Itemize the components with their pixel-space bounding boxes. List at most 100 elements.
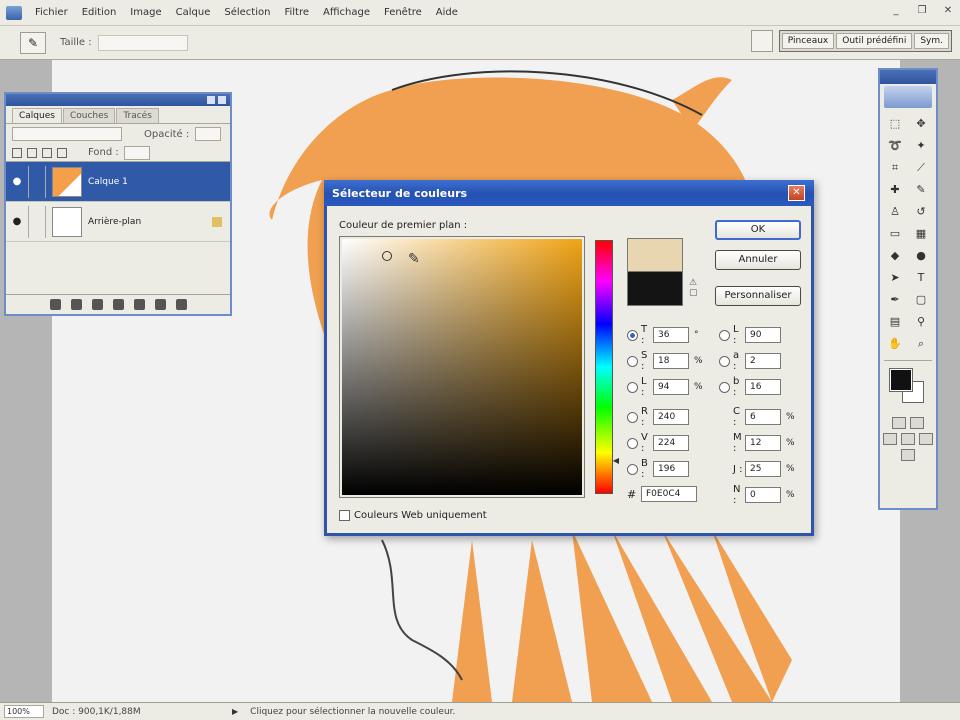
- layer-style-icon[interactable]: [70, 299, 82, 310]
- layer-link-slot[interactable]: [28, 205, 46, 238]
- close-icon[interactable]: ✕: [788, 185, 805, 201]
- stamp-tool-icon[interactable]: ♙: [884, 202, 906, 221]
- standard-mode-icon[interactable]: [892, 417, 906, 429]
- tools-titlebar[interactable]: [880, 70, 936, 84]
- lock-pixels-icon[interactable]: [27, 147, 37, 158]
- jump-to-imageready-icon[interactable]: [901, 449, 915, 461]
- layer-row-arriere-plan[interactable]: ● Arrière-plan: [6, 202, 230, 242]
- menu-fichier[interactable]: Fichier: [28, 7, 75, 18]
- layer-link-slot[interactable]: [28, 165, 46, 198]
- libraries-button[interactable]: Personnaliser: [715, 286, 801, 306]
- marquee-tool-icon[interactable]: ⬚: [884, 114, 906, 133]
- hex-input[interactable]: F0E0C4: [641, 486, 697, 502]
- eyedropper-tool-preset-icon[interactable]: ✎: [20, 31, 46, 54]
- saturation-radio[interactable]: [627, 355, 638, 367]
- new-layer-icon[interactable]: [154, 299, 166, 310]
- lock-all-icon[interactable]: [57, 147, 67, 158]
- eyedropper-tool-icon[interactable]: ⚲: [910, 312, 932, 331]
- panel-well-tab-presets[interactable]: Outil prédéfini: [836, 33, 913, 49]
- new-group-icon[interactable]: [133, 299, 145, 310]
- ok-button[interactable]: OK: [715, 220, 801, 240]
- red-radio[interactable]: [627, 411, 638, 423]
- lab-b-radio[interactable]: [719, 381, 730, 393]
- cyan-input[interactable]: 6: [745, 409, 781, 425]
- magic-wand-tool-icon[interactable]: ✦: [910, 136, 932, 155]
- screen-mode-full-icon[interactable]: [919, 433, 933, 445]
- notes-tool-icon[interactable]: ▤: [884, 312, 906, 331]
- close-icon[interactable]: ✕: [942, 6, 954, 16]
- lab-a-radio[interactable]: [719, 355, 730, 367]
- screen-mode-full-menu-icon[interactable]: [901, 433, 915, 445]
- move-tool-icon[interactable]: ✥: [910, 114, 932, 133]
- healing-tool-icon[interactable]: ✚: [884, 180, 906, 199]
- screen-mode-standard-icon[interactable]: [883, 433, 897, 445]
- minimize-icon[interactable]: _: [890, 6, 902, 16]
- yellow-input[interactable]: 25: [745, 461, 781, 477]
- saturation-input[interactable]: 18: [653, 353, 689, 369]
- current-color-swatch[interactable]: [627, 272, 683, 306]
- lab-l-radio[interactable]: [719, 329, 730, 341]
- color-field-marker[interactable]: [382, 251, 392, 261]
- eye-icon[interactable]: ●: [6, 176, 28, 187]
- menu-aide[interactable]: Aide: [429, 7, 465, 18]
- tab-traces[interactable]: Tracés: [116, 108, 159, 123]
- hand-tool-icon[interactable]: ✋: [884, 334, 906, 353]
- dialog-titlebar[interactable]: Sélecteur de couleurs: [324, 180, 814, 206]
- saturation-brightness-gradient[interactable]: [342, 239, 582, 495]
- cancel-button[interactable]: Annuler: [715, 250, 801, 270]
- lab-b-input[interactable]: 16: [745, 379, 781, 395]
- history-brush-tool-icon[interactable]: ↺: [910, 202, 932, 221]
- crop-tool-icon[interactable]: ⌗: [884, 158, 906, 177]
- document-info[interactable]: Doc : 900,1K/1,88M: [52, 707, 212, 717]
- hue-slider[interactable]: ◀: [593, 236, 619, 498]
- link-layers-icon[interactable]: [49, 299, 61, 310]
- dodge-tool-icon[interactable]: ●: [910, 246, 932, 265]
- color-field[interactable]: ✎: [339, 236, 585, 498]
- menu-selection[interactable]: Sélection: [217, 7, 277, 18]
- eye-icon[interactable]: ●: [6, 216, 28, 227]
- gamut-warning-icon[interactable]: ⚠ ▢: [689, 278, 698, 298]
- panel-minimize-icon[interactable]: [207, 96, 215, 104]
- lasso-tool-icon[interactable]: ➰: [884, 136, 906, 155]
- gradient-tool-icon[interactable]: ▦: [910, 224, 932, 243]
- green-radio[interactable]: [627, 437, 638, 449]
- magenta-input[interactable]: 12: [745, 435, 781, 451]
- hue-radio[interactable]: [627, 329, 638, 341]
- hue-slider-arrow-icon[interactable]: ◀: [613, 456, 619, 465]
- web-only-checkbox-row[interactable]: Couleurs Web uniquement: [339, 510, 487, 521]
- foreground-color-swatch[interactable]: [890, 369, 912, 391]
- lab-a-input[interactable]: 2: [745, 353, 781, 369]
- adjustment-layer-icon[interactable]: [112, 299, 124, 310]
- restore-icon[interactable]: ❐: [916, 6, 928, 16]
- brightness-radio[interactable]: [627, 381, 638, 393]
- eraser-tool-icon[interactable]: ▭: [884, 224, 906, 243]
- tab-couches[interactable]: Couches: [62, 108, 116, 123]
- blue-radio[interactable]: [627, 463, 638, 475]
- play-arrow-icon[interactable]: ▶: [232, 707, 238, 716]
- hue-input[interactable]: 36: [653, 327, 689, 343]
- quick-mask-icon[interactable]: [910, 417, 924, 429]
- layer-mask-icon[interactable]: [91, 299, 103, 310]
- lab-l-input[interactable]: 90: [745, 327, 781, 343]
- layer-row-calque-1[interactable]: ● Calque 1: [6, 162, 230, 202]
- hue-strip[interactable]: [595, 240, 613, 494]
- web-only-checkbox[interactable]: [339, 510, 350, 521]
- trash-icon[interactable]: [175, 299, 187, 310]
- shape-tool-icon[interactable]: ▢: [910, 290, 932, 309]
- pen-tool-icon[interactable]: ✒: [884, 290, 906, 309]
- brightness-input[interactable]: 94: [653, 379, 689, 395]
- menu-calque[interactable]: Calque: [169, 7, 218, 18]
- blend-mode-select[interactable]: [12, 127, 122, 141]
- menu-filtre[interactable]: Filtre: [277, 7, 316, 18]
- opacity-field[interactable]: [195, 127, 222, 141]
- blue-input[interactable]: 196: [653, 461, 689, 477]
- black-input[interactable]: 0: [745, 487, 781, 503]
- palette-toggle-icon[interactable]: [750, 30, 773, 52]
- zoom-tool-icon[interactable]: ⌕: [910, 334, 932, 353]
- menu-image[interactable]: Image: [123, 7, 168, 18]
- lock-position-icon[interactable]: [42, 147, 52, 158]
- menu-fenetre[interactable]: Fenêtre: [377, 7, 429, 18]
- menu-affichage[interactable]: Affichage: [316, 7, 377, 18]
- panel-well-tab-brushes[interactable]: Pinceaux: [781, 33, 835, 49]
- tab-calques[interactable]: Calques: [12, 108, 62, 123]
